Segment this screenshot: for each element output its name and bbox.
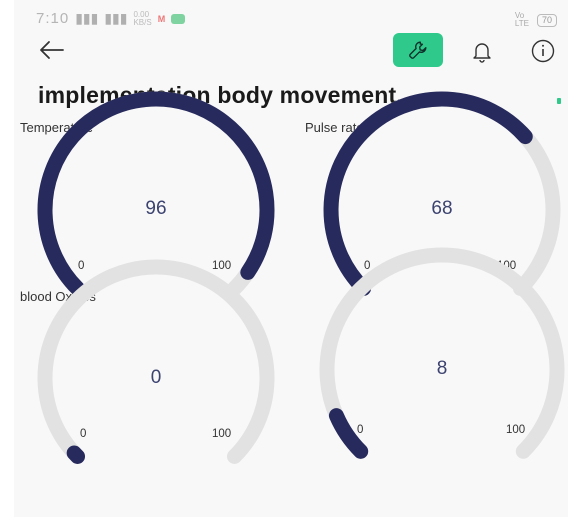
- signal-icon: ▮▮▮: [75, 10, 99, 26]
- gauge-value-pulse-rate: 68: [431, 198, 453, 219]
- net-speed: 0.00 KB/S: [133, 9, 152, 27]
- gauge-max-blood-oxides: 100: [212, 428, 232, 440]
- gauge-value-blood-oxides: 0: [150, 367, 162, 388]
- gauge-value-fourth: 8: [436, 358, 448, 379]
- page-title: implementation body movement...: [38, 82, 417, 108]
- gauge-max-fourth: 100: [506, 424, 526, 436]
- status-time: 7:10: [36, 10, 70, 27]
- wrench-icon[interactable]: [393, 33, 443, 67]
- volte-indicator: Vo LTE: [514, 11, 529, 28]
- status-bar-right: Vo LTE 70: [515, 12, 557, 28]
- gauge-min-fourth: 0: [357, 424, 364, 436]
- arrow-left-icon[interactable]: [38, 38, 66, 62]
- gauge-label-pulse-rate: Pulse rate: [305, 120, 364, 135]
- app-screen: [14, 0, 568, 517]
- bell-icon[interactable]: [468, 38, 496, 64]
- gauge-max-pulse-rate: 100: [497, 260, 517, 272]
- scroll-indicator: [557, 98, 561, 104]
- gauge-value-temperature: 96: [145, 198, 167, 219]
- signal-icon-2: ▮▮▮: [104, 10, 128, 26]
- info-icon[interactable]: [530, 38, 556, 64]
- gauge-label-temperature: Temperature: [20, 120, 93, 135]
- battery-icon: 70: [536, 13, 557, 27]
- status-bar: 7:10 ▮▮▮ ▮▮▮ 0.00 KB/S M: [36, 9, 186, 27]
- app-notification-icon: [171, 13, 186, 24]
- gauge-min-pulse-rate: 0: [364, 260, 371, 272]
- gauge-max-temperature: 100: [212, 260, 232, 272]
- gauge-min-blood-oxides: 0: [80, 428, 87, 440]
- gauge-min-temperature: 0: [78, 260, 85, 272]
- gmail-icon: M: [157, 13, 166, 24]
- gauge-label-blood-oxides: blood Oxides: [20, 289, 96, 304]
